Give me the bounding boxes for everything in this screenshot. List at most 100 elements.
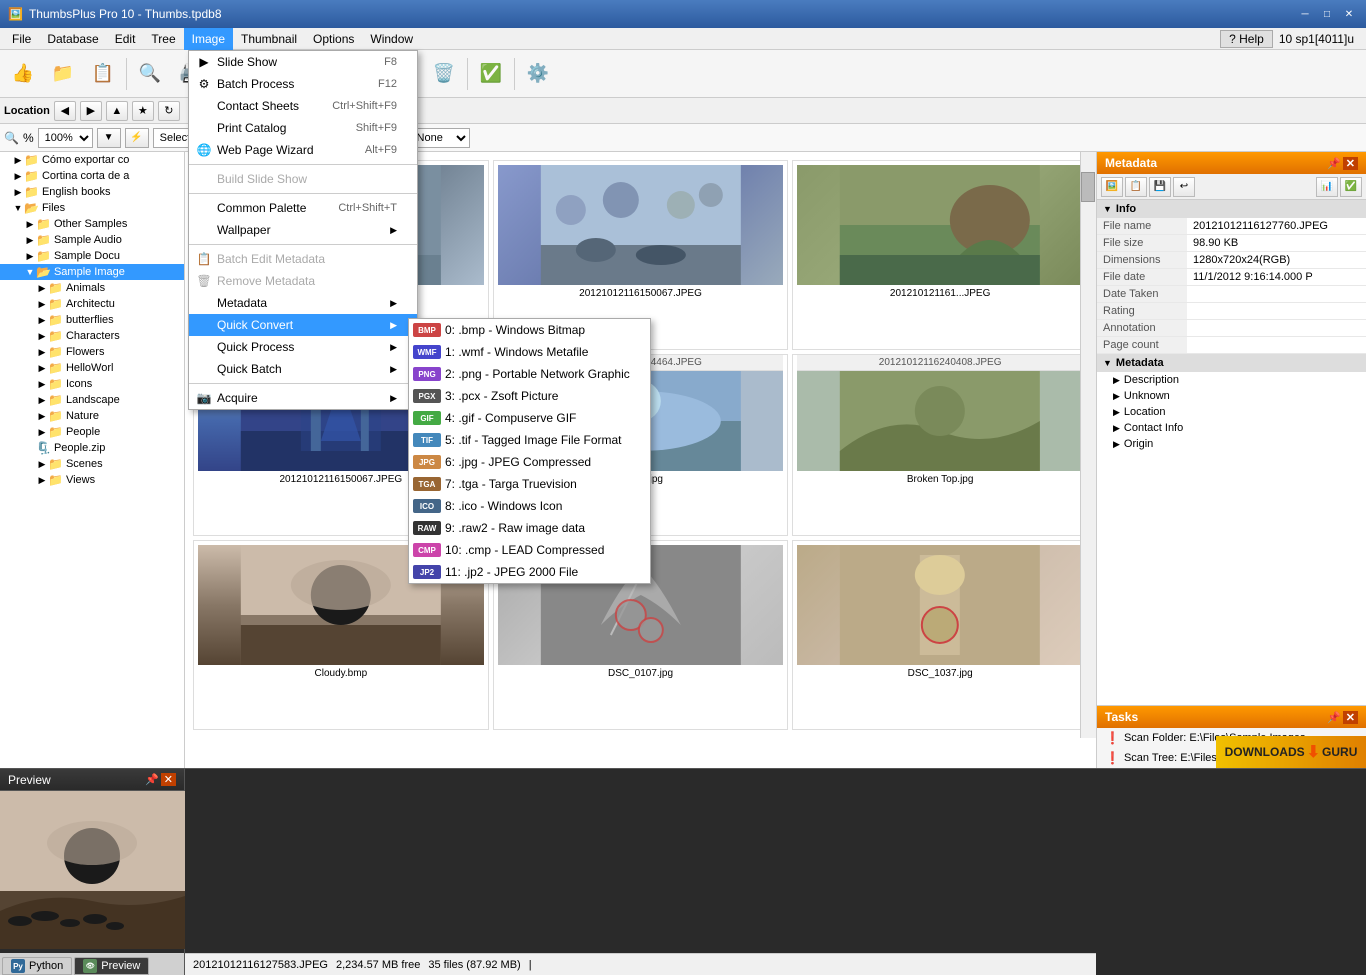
minimize-button[interactable]: ─ — [1296, 6, 1314, 22]
tree-item-helloworld[interactable]: ▶ 📁 HelloWorl — [0, 360, 184, 376]
meta-section-metadata[interactable]: ▼ Metadata — [1097, 354, 1366, 372]
meta-subsection-unknown[interactable]: ▶ Unknown — [1097, 388, 1366, 404]
format-item-wmf[interactable]: WMF 1: .wmf - Windows Metafile — [409, 341, 650, 363]
format-item-tga[interactable]: TGA 7: .tga - Targa Truevision — [409, 473, 650, 495]
meta-tb-btn6[interactable]: ✅ — [1340, 177, 1362, 197]
expand-icon[interactable]: ▶ — [36, 298, 48, 310]
tree-item-peoplezp[interactable]: 🗜️ People.zip — [0, 440, 184, 456]
tree-item-como[interactable]: ▶ 📁 Cómo exportar co — [0, 152, 184, 168]
tasks-pin-btn[interactable]: 📌 — [1327, 711, 1341, 724]
zoom-select[interactable]: 100% 75% 50% 200% — [38, 128, 93, 148]
menu-item-quickconvert[interactable]: Quick Convert ▶ — [189, 314, 417, 336]
panel-close-btn[interactable]: ✕ — [1343, 157, 1358, 170]
meta-tb-btn1[interactable]: 🖼️ — [1101, 177, 1123, 197]
format-item-cmp[interactable]: CMP 10: .cmp - LEAD Compressed — [409, 539, 650, 561]
loc-star-btn[interactable]: ★ — [132, 101, 154, 121]
scroll-thumb[interactable] — [1081, 172, 1095, 202]
tree-item-icons[interactable]: ▶ 📁 Icons — [0, 376, 184, 392]
tree-item-characters[interactable]: ▶ 📁 Characters — [0, 328, 184, 344]
loc-forward-btn[interactable]: ▶ — [80, 101, 102, 121]
menu-edit[interactable]: Edit — [107, 28, 144, 50]
panel-header-controls[interactable]: 📌 ✕ — [1327, 157, 1358, 170]
tree-item-audio[interactable]: ▶ 📁 Sample Audio — [0, 232, 184, 248]
panel-pin-btn[interactable]: 📌 — [1327, 157, 1341, 170]
expand-icon[interactable]: ▶ — [36, 394, 48, 406]
meta-subsection-description[interactable]: ▶ Description — [1097, 372, 1366, 388]
meta-tb-btn5[interactable]: 📊 — [1316, 177, 1338, 197]
tree-item-arch[interactable]: ▶ 📁 Architectu — [0, 296, 184, 312]
expand-icon[interactable]: ▶ — [36, 426, 48, 438]
expand-icon[interactable]: ▶ — [36, 362, 48, 374]
menu-item-webpagewizard[interactable]: 🌐 Web Page Wizard Alt+F9 — [189, 139, 417, 161]
toolbar-btn-13[interactable]: ⚙️ — [519, 55, 557, 93]
expand-icon[interactable]: ▶ — [36, 314, 48, 326]
expand-icon[interactable]: ▶ — [24, 218, 36, 230]
format-item-jp2[interactable]: JP2 11: .jp2 - JPEG 2000 File — [409, 561, 650, 583]
tree-item-views[interactable]: ▶ 📁 Views — [0, 472, 184, 488]
meta-tb-btn3[interactable]: 💾 — [1149, 177, 1171, 197]
meta-tb-btn4[interactable]: ↩ — [1173, 177, 1195, 197]
menu-item-batchprocess[interactable]: ⚙ Batch Process F12 — [189, 73, 417, 95]
thumb-item[interactable]: DSC_1037.jpg — [792, 540, 1088, 730]
tree-item-flowers[interactable]: ▶ 📁 Flowers — [0, 344, 184, 360]
expand-icon[interactable]: ▼ — [24, 266, 36, 278]
tree-item-scenes[interactable]: ▶ 📁 Scenes — [0, 456, 184, 472]
tree-item-cortina[interactable]: ▶ 📁 Cortina corta de a — [0, 168, 184, 184]
expand-icon[interactable]: ▶ — [36, 330, 48, 342]
tree-item-english[interactable]: ▶ 📁 English books — [0, 184, 184, 200]
thumbnail-scrollbar[interactable] — [1080, 152, 1096, 738]
tree-item-other[interactable]: ▶ 📁 Other Samples — [0, 216, 184, 232]
format-item-ico[interactable]: ICO 8: .ico - Windows Icon — [409, 495, 650, 517]
expand-icon[interactable]: ▶ — [12, 170, 24, 182]
loc-refresh-btn[interactable]: ↻ — [158, 101, 180, 121]
meta-subsection-location[interactable]: ▶ Location — [1097, 404, 1366, 420]
toolbar-btn-12[interactable]: ✅ — [472, 55, 510, 93]
maximize-button[interactable]: □ — [1318, 6, 1336, 22]
close-button[interactable]: ✕ — [1340, 6, 1358, 22]
meta-subsection-contact[interactable]: ▶ Contact Info — [1097, 420, 1366, 436]
meta-subsection-origin[interactable]: ▶ Origin — [1097, 436, 1366, 452]
tree-item-nature[interactable]: ▶ 📁 Nature — [0, 408, 184, 424]
format-item-png[interactable]: PNG 2: .png - Portable Network Graphic — [409, 363, 650, 385]
toolbar-btn-4[interactable]: 🔍 — [131, 55, 169, 93]
format-item-tif[interactable]: TIF 5: .tif - Tagged Image File Format — [409, 429, 650, 451]
tasks-close-btn[interactable]: ✕ — [1343, 711, 1358, 724]
loc-back-btn[interactable]: ◀ — [54, 101, 76, 121]
format-item-jpg[interactable]: JPG 6: .jpg - JPEG Compressed — [409, 451, 650, 473]
preview-pin-btn[interactable]: 📌 — [145, 773, 159, 786]
expand-icon[interactable]: ▶ — [36, 346, 48, 358]
tree-item-sample-images[interactable]: ▼ 📂 Sample Image — [0, 264, 184, 280]
tab-python[interactable]: Py Python — [2, 957, 72, 975]
expand-icon[interactable]: ▼ — [12, 202, 24, 214]
menu-item-wallpaper[interactable]: Wallpaper ▶ — [189, 219, 417, 241]
menu-item-slideshow[interactable]: ▶ Slide Show F8 — [189, 51, 417, 73]
toolbar-btn-11[interactable]: 🗑️ — [425, 55, 463, 93]
filter-btn2[interactable]: ⚡ — [125, 128, 149, 148]
expand-icon[interactable]: ▶ — [12, 186, 24, 198]
menu-item-quickbatch[interactable]: Quick Batch ▶ — [189, 358, 417, 380]
title-controls[interactable]: ─ □ ✕ — [1296, 6, 1358, 22]
menu-file[interactable]: File — [4, 28, 39, 50]
loc-up-btn[interactable]: ▲ — [106, 101, 128, 121]
tree-item-butterflies[interactable]: ▶ 📁 butterflies — [0, 312, 184, 328]
expand-icon[interactable]: ▶ — [36, 458, 48, 470]
menu-item-metadata[interactable]: Metadata ▶ — [189, 292, 417, 314]
meta-tb-btn2[interactable]: 📋 — [1125, 177, 1147, 197]
expand-icon[interactable]: ▶ — [36, 410, 48, 422]
menu-image[interactable]: Image — [184, 28, 233, 50]
menu-item-contactsheets[interactable]: Contact Sheets Ctrl+Shift+F9 — [189, 95, 417, 117]
expand-icon[interactable]: ▶ — [24, 250, 36, 262]
format-item-pcx[interactable]: PGX 3: .pcx - Zsoft Picture — [409, 385, 650, 407]
menu-thumbnail[interactable]: Thumbnail — [233, 28, 305, 50]
tree-item-people[interactable]: ▶ 📁 People — [0, 424, 184, 440]
preview-close-btn[interactable]: ✕ — [161, 773, 176, 786]
expand-icon[interactable]: ▶ — [12, 154, 24, 166]
expand-icon[interactable]: ▶ — [36, 282, 48, 294]
help-button[interactable]: ? Help — [1220, 30, 1273, 48]
expand-icon[interactable]: ▶ — [24, 234, 36, 246]
menu-tree[interactable]: Tree — [143, 28, 183, 50]
menu-options[interactable]: Options — [305, 28, 362, 50]
menu-database[interactable]: Database — [39, 28, 106, 50]
menu-item-acquire[interactable]: 📷 Acquire ▶ — [189, 387, 417, 409]
filter-apply-btn[interactable]: ▼ — [97, 128, 121, 148]
